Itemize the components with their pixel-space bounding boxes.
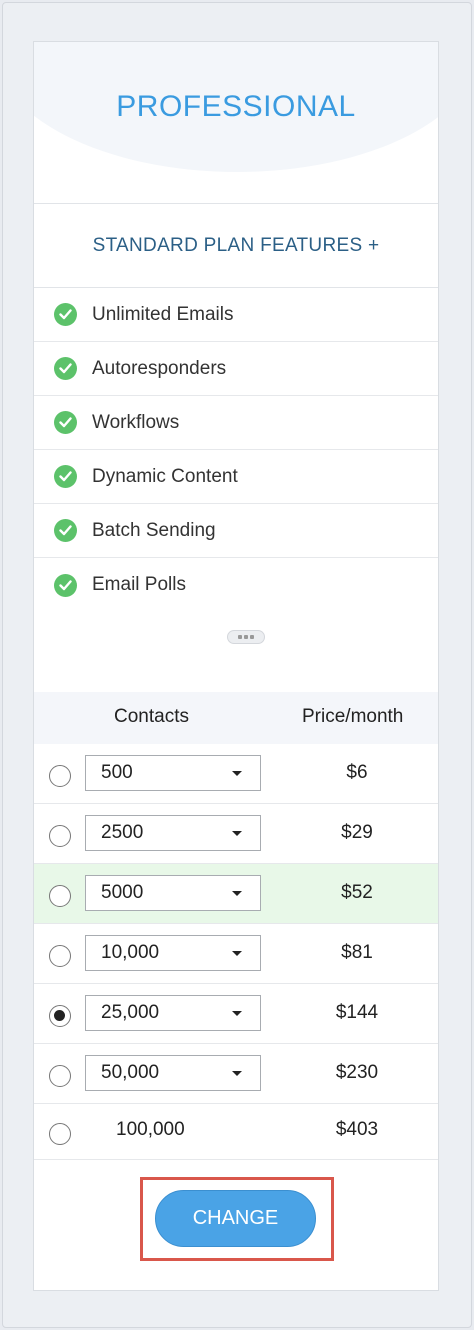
feature-item: Unlimited Emails [34, 288, 438, 342]
plan-subtitle: STANDARD PLAN FEATURES + [34, 204, 438, 288]
feature-label: Email Polls [92, 574, 186, 595]
pricing-table: 500 $6 2500 $29 5000 $52 10,000 $81 25,0… [34, 744, 438, 1160]
pricing-row[interactable]: 2500 $29 [34, 804, 438, 864]
price-value: $230 [335, 1062, 379, 1083]
plan-radio-selected[interactable] [49, 1005, 71, 1027]
pricing-row-highlighted[interactable]: 5000 $52 [34, 864, 438, 924]
feature-item: Autoresponders [34, 342, 438, 396]
contacts-select-value: 500 [101, 762, 133, 783]
contacts-select-value: 5000 [101, 882, 144, 903]
feature-item: Dynamic Content [34, 450, 438, 504]
plan-radio[interactable] [49, 885, 71, 907]
feature-label: Workflows [92, 411, 180, 433]
pricing-row[interactable]: 500 $6 [34, 744, 438, 804]
price-value: $52 [341, 882, 373, 903]
ellipsis-icon[interactable] [227, 630, 265, 644]
contacts-column-header: Contacts [114, 706, 189, 727]
pricing-table-header: Contacts Price/month [34, 692, 438, 744]
plan-radio[interactable] [49, 1123, 71, 1145]
price-value: $403 [335, 1119, 379, 1140]
price-column-header: Price/month [302, 706, 404, 727]
pricing-row[interactable]: 50,000 $230 [34, 1044, 438, 1104]
price-value: $144 [335, 1002, 379, 1023]
more-features-area [34, 612, 438, 692]
check-circle-icon [54, 573, 77, 597]
check-circle-icon [54, 519, 77, 542]
price-value: $6 [346, 762, 368, 783]
check-circle-icon [54, 411, 77, 434]
feature-list: Unlimited Emails Autoresponders Workflow… [34, 288, 438, 612]
feature-label: Unlimited Emails [92, 303, 234, 325]
feature-label: Autoresponders [92, 357, 227, 379]
contacts-select-value: 50,000 [101, 1062, 160, 1083]
pricing-row[interactable]: 10,000 $81 [34, 924, 438, 984]
feature-label: Dynamic Content [92, 465, 238, 487]
check-circle-icon [54, 465, 77, 488]
caret-down-icon [232, 831, 242, 836]
window-frame: PROFESSIONAL STANDARD PLAN FEATURES + Un… [2, 2, 472, 1328]
contacts-select[interactable]: 5000 [85, 875, 261, 911]
contacts-select[interactable]: 2500 [85, 815, 261, 851]
check-circle-icon [54, 303, 77, 326]
contacts-select-value: 2500 [101, 822, 144, 843]
plan-radio[interactable] [49, 1065, 71, 1087]
contacts-select-value: 10,000 [101, 942, 160, 963]
plan-radio[interactable] [49, 825, 71, 847]
contacts-select[interactable]: 500 [85, 755, 261, 791]
contacts-select[interactable]: 25,000 [85, 995, 261, 1031]
contacts-value: 100,000 [116, 1119, 185, 1140]
price-value: $81 [341, 942, 373, 963]
pricing-row[interactable]: 100,000 $403 [34, 1104, 438, 1160]
plan-radio[interactable] [49, 945, 71, 967]
check-circle-icon [54, 357, 77, 380]
caret-down-icon [232, 891, 242, 896]
feature-label: Batch Sending [92, 519, 216, 541]
plan-card: PROFESSIONAL STANDARD PLAN FEATURES + Un… [33, 41, 439, 1291]
caret-down-icon [232, 951, 242, 956]
caret-down-icon [232, 771, 242, 776]
feature-item: Batch Sending [34, 504, 438, 558]
feature-item: Email Polls [34, 558, 438, 612]
caret-down-icon [232, 1071, 242, 1076]
price-value: $29 [341, 822, 373, 843]
contacts-select-value: 25,000 [101, 1002, 160, 1023]
plan-title: PROFESSIONAL [116, 90, 356, 123]
contacts-select[interactable]: 10,000 [85, 935, 261, 971]
action-area: CHANGE [34, 1160, 438, 1280]
caret-down-icon [232, 1011, 242, 1016]
feature-item: Workflows [34, 396, 438, 450]
plan-radio[interactable] [49, 765, 71, 787]
change-button[interactable]: CHANGE [155, 1190, 316, 1247]
contacts-select[interactable]: 50,000 [85, 1055, 261, 1091]
pricing-row-selected[interactable]: 25,000 $144 [34, 984, 438, 1044]
plan-header: PROFESSIONAL [34, 42, 438, 204]
